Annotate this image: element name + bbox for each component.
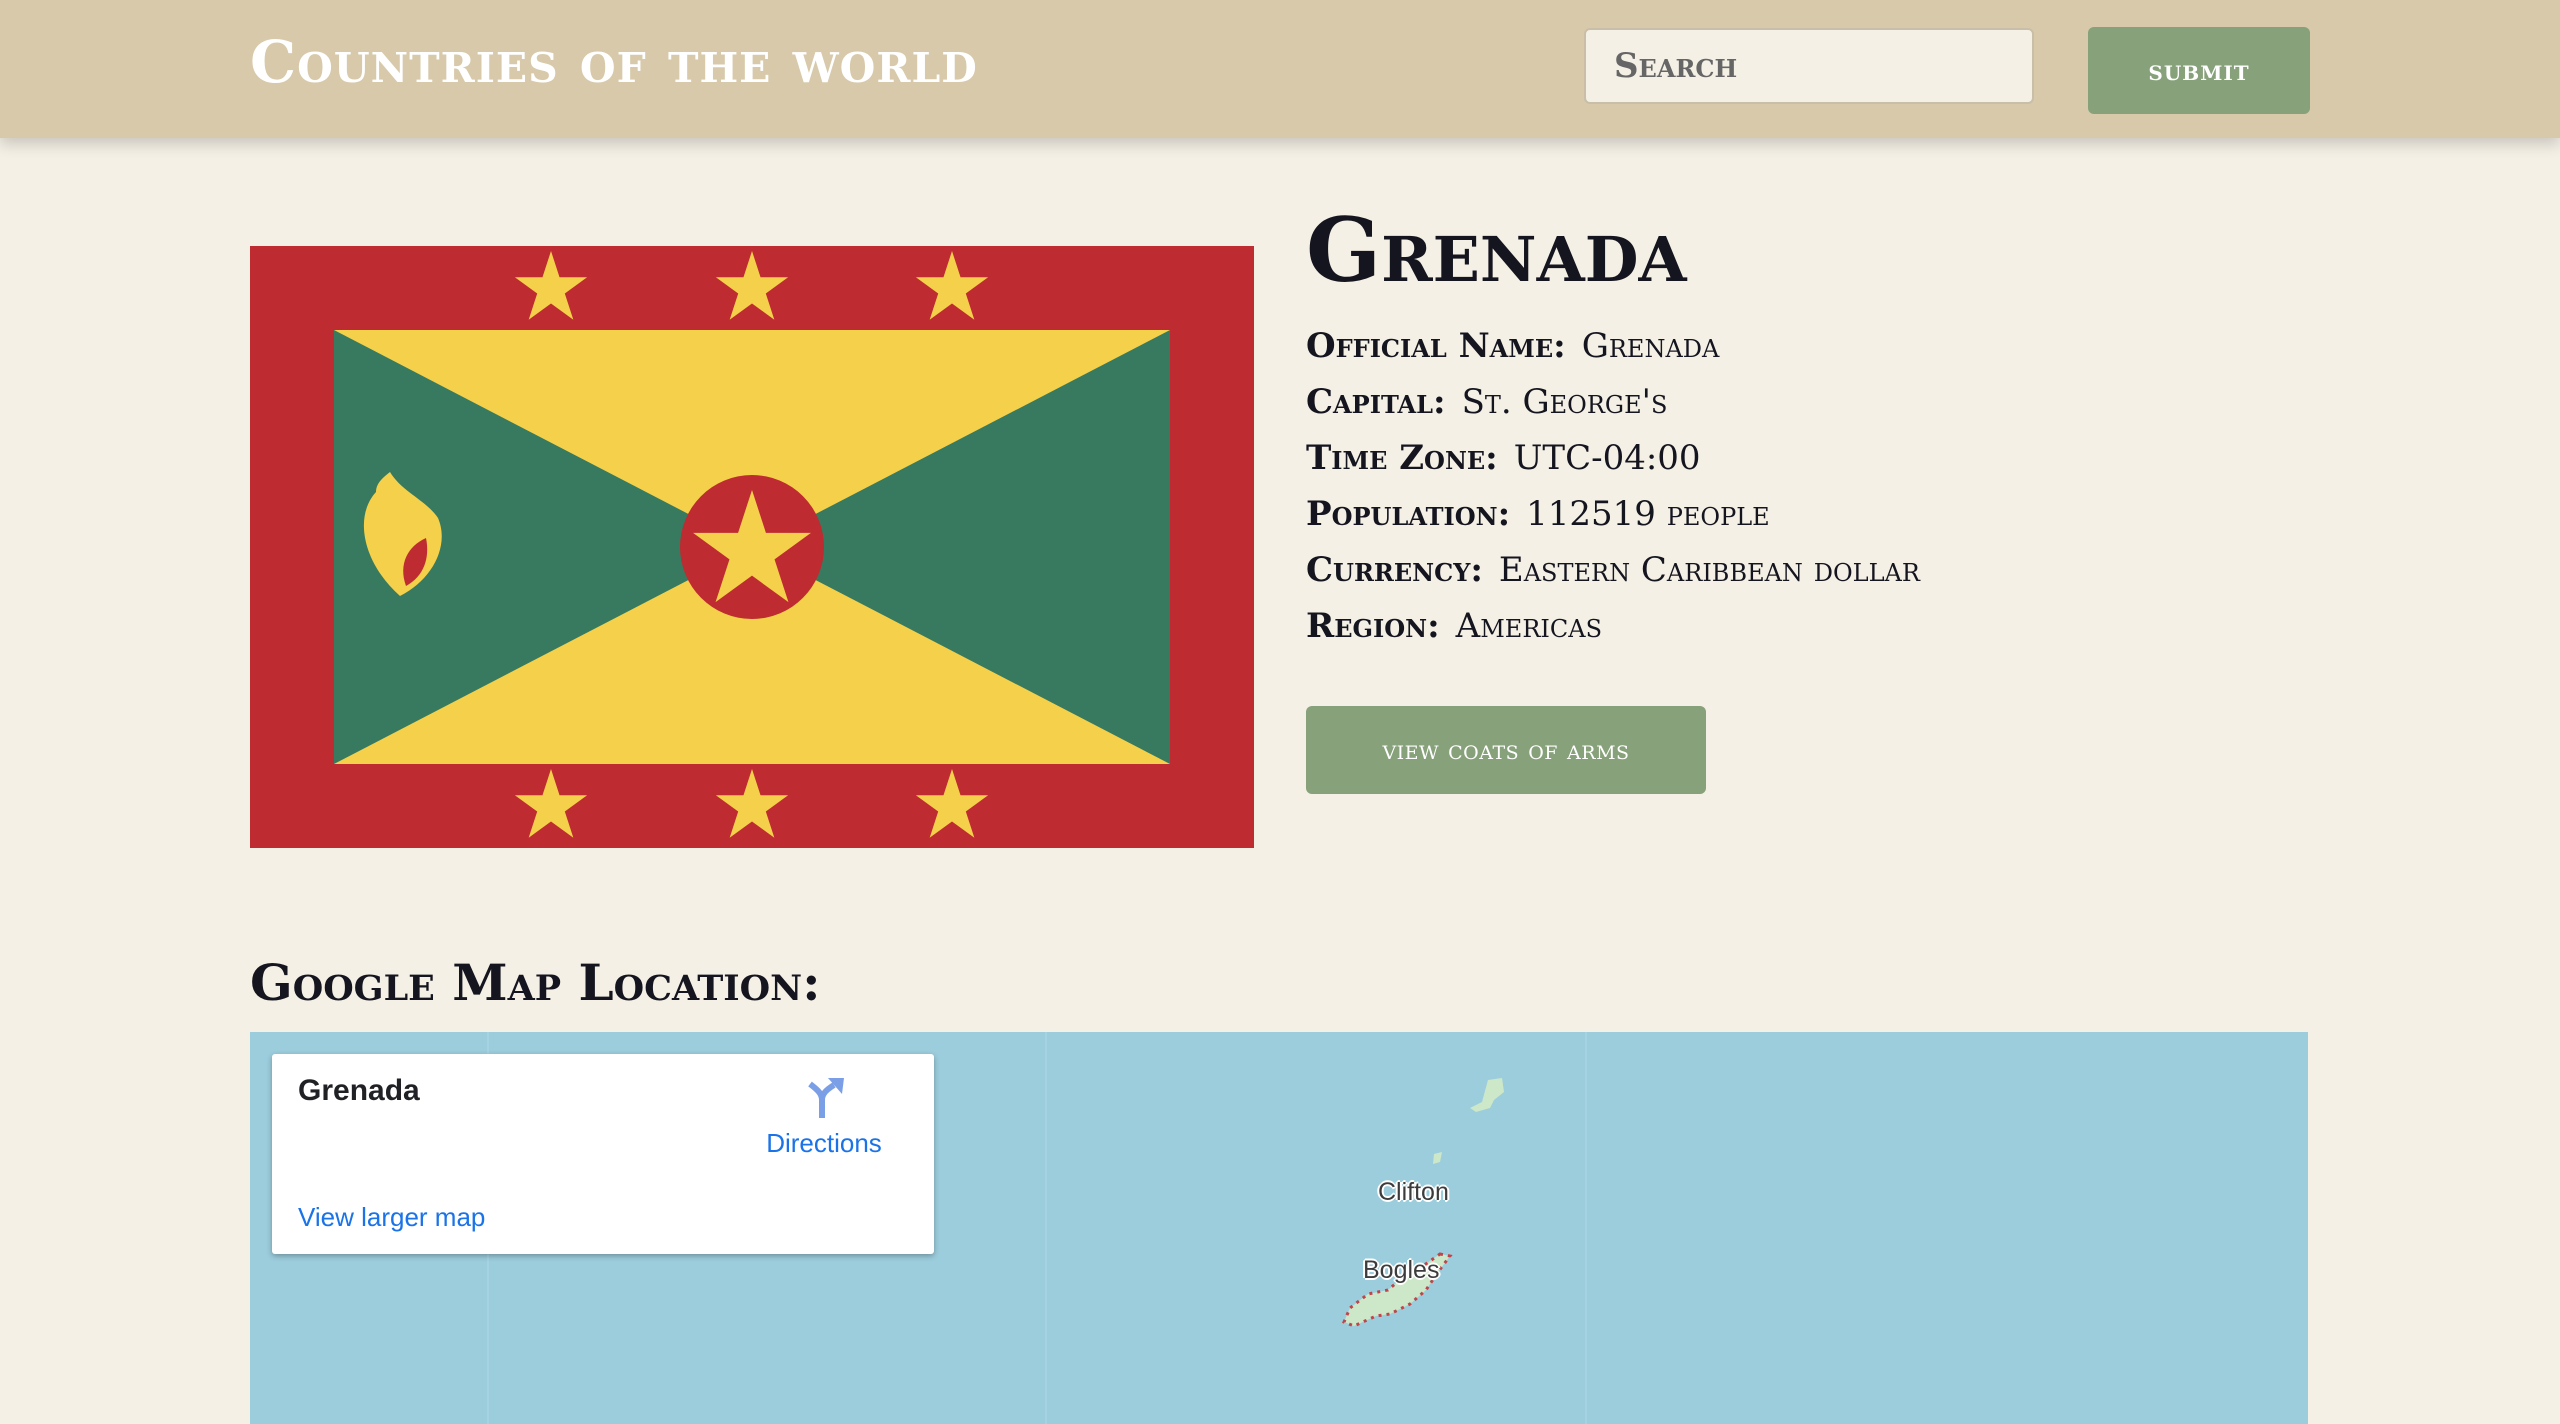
info-row-time-zone: Time Zone: UTC-04:00 (1306, 430, 2456, 486)
info-label: Population: (1306, 494, 1511, 534)
map-label-clifton: Clifton (1378, 1178, 1449, 1206)
map-place-name: Grenada (298, 1074, 420, 1107)
info-value: Eastern Caribbean dollar (1498, 550, 1920, 590)
info-row-capital: Capital: St. George's (1306, 374, 2456, 430)
site-title: Countries of the world (250, 28, 978, 96)
info-value: 112519 people (1526, 494, 1770, 534)
directions-label: Directions (766, 1128, 882, 1158)
directions-arrow-icon (808, 1078, 844, 1118)
info-label: Capital: (1306, 382, 1446, 422)
directions-link[interactable]: Directions (754, 1076, 894, 1159)
map-section-heading: Google Map Location: (250, 953, 821, 1012)
view-larger-map-link[interactable]: View larger map (298, 1202, 485, 1233)
site-header: Countries of the world submit (0, 0, 2560, 138)
info-row-region: Region: Americas (1306, 598, 2456, 654)
map-island-north (1470, 1078, 1504, 1112)
info-label: Time Zone: (1306, 438, 1498, 478)
info-row-population: Population: 112519 people (1306, 486, 2456, 542)
info-value: UTC-04:00 (1513, 438, 1701, 478)
info-row-currency: Currency: Eastern Caribbean dollar (1306, 542, 2456, 598)
info-label: Region: (1306, 606, 1440, 646)
country-flag (250, 246, 1254, 848)
submit-button[interactable]: submit (2088, 27, 2310, 114)
info-row-official-name: Official Name: Grenada (1306, 318, 2456, 374)
map-island-small (1433, 1152, 1442, 1164)
info-value: St. George's (1461, 382, 1668, 422)
info-label: Currency: (1306, 550, 1483, 590)
info-value: Grenada (1581, 326, 1720, 366)
country-name: Grenada (1306, 198, 1687, 302)
google-map[interactable]: Clifton Bogles Grenada Directions View l… (250, 1032, 2308, 1424)
info-value: Americas (1455, 606, 1603, 646)
map-label-bogles: Bogles (1363, 1256, 1440, 1284)
info-label: Official Name: (1306, 326, 1566, 366)
view-coats-of-arms-button[interactable]: view coats of arms (1306, 706, 1706, 794)
search-input[interactable] (1584, 28, 2034, 104)
country-info-list: Official Name: Grenada Capital: St. George… (1306, 318, 2456, 654)
map-info-card: Grenada Directions View larger map (272, 1054, 934, 1254)
